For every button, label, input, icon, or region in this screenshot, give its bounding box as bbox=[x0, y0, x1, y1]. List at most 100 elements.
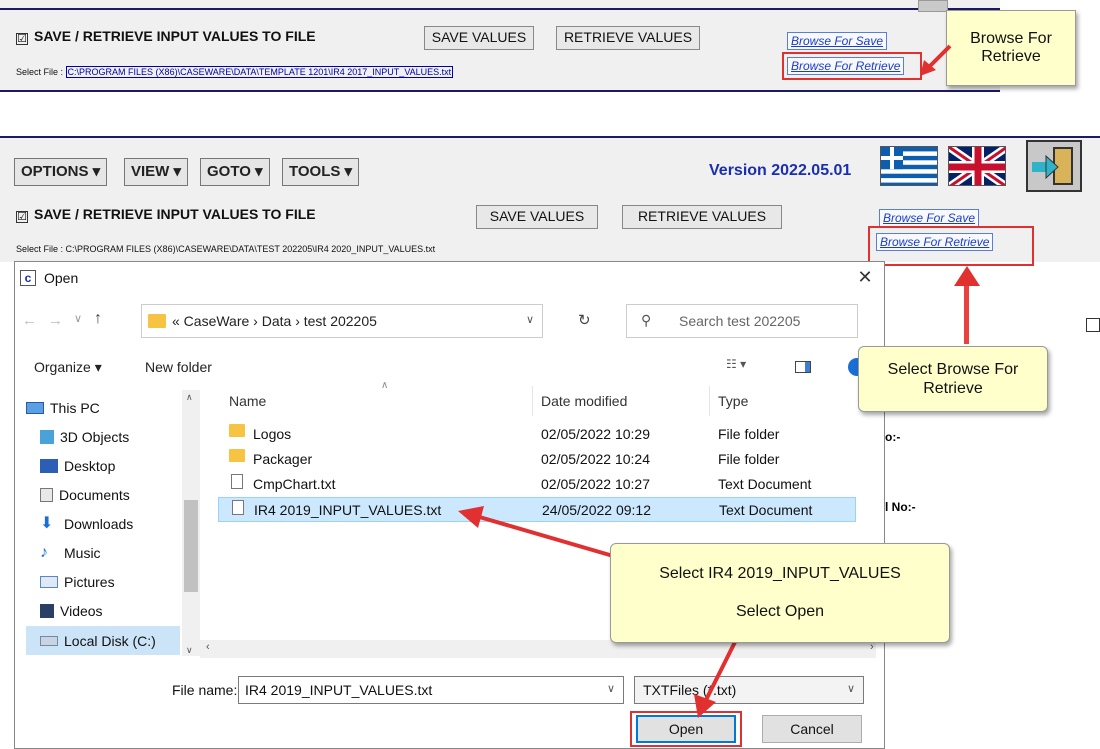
file-row-packager[interactable]: Packager 02/05/2022 10:24 File folder bbox=[218, 447, 856, 472]
h-scroll-left-icon[interactable]: ‹ bbox=[206, 641, 210, 653]
exit-button[interactable] bbox=[1026, 140, 1082, 192]
nav-scroll-down-icon[interactable]: ∨ bbox=[186, 645, 193, 656]
top-callout-arrow-icon bbox=[920, 44, 952, 76]
new-folder-button[interactable]: New folder bbox=[145, 359, 212, 375]
file-type: File folder bbox=[718, 426, 780, 442]
menu-view[interactable]: VIEW ▾ bbox=[124, 158, 189, 186]
search-box[interactable]: ⚲ Search test 202205 bbox=[626, 304, 858, 338]
file-date: 02/05/2022 10:27 bbox=[541, 476, 650, 492]
preview-pane-icon[interactable] bbox=[795, 361, 811, 373]
browse-retrieve-callout: Select Browse For Retrieve bbox=[858, 346, 1048, 412]
mid-retrieve-values-button[interactable]: RETRIEVE VALUES bbox=[622, 205, 782, 229]
background-checkbox[interactable] bbox=[1086, 318, 1100, 332]
nav-label: Videos bbox=[60, 602, 103, 619]
file-date: 02/05/2022 10:29 bbox=[541, 426, 650, 442]
file-name: Packager bbox=[253, 451, 313, 467]
mid-browse-retrieve-link[interactable]: Browse For Retrieve bbox=[876, 233, 994, 251]
column-divider bbox=[709, 386, 710, 416]
file-type: Text Document bbox=[719, 502, 813, 518]
nav-label: Downloads bbox=[64, 515, 134, 532]
menu-goto[interactable]: GOTO ▾ bbox=[200, 158, 270, 186]
file-callout-arrow-icon bbox=[458, 506, 621, 560]
top-browse-retrieve-link[interactable]: Browse For Retrieve bbox=[787, 57, 905, 75]
nav-label: Desktop bbox=[64, 457, 116, 474]
column-type[interactable]: Type bbox=[718, 393, 748, 409]
music-icon: ♪ bbox=[40, 543, 48, 561]
mid-checkbox[interactable]: ☑ bbox=[16, 211, 28, 223]
top-header-text: SAVE / RETRIEVE INPUT VALUES TO FILE bbox=[34, 28, 316, 44]
file-row-cmpchart[interactable]: CmpChart.txt 02/05/2022 10:27 Text Docum… bbox=[218, 472, 856, 497]
column-date[interactable]: Date modified bbox=[541, 393, 627, 409]
pc-icon bbox=[26, 401, 44, 414]
top-select-file-path[interactable]: C:\PROGRAM FILES (X86)\CASEWARE\DATA\TEM… bbox=[65, 66, 454, 78]
top-save-header: ☑ SAVE / RETRIEVE INPUT VALUES TO FILE bbox=[16, 28, 316, 45]
nav-item-3d-objects[interactable]: 3D Objects bbox=[40, 422, 180, 451]
top-retrieve-values-button[interactable]: RETRIEVE VALUES bbox=[556, 26, 700, 50]
file-name: CmpChart.txt bbox=[253, 476, 336, 492]
nav-item-music[interactable]: ♪ Music bbox=[40, 538, 180, 567]
nav-item-videos[interactable]: Videos bbox=[40, 596, 180, 625]
column-name[interactable]: Name bbox=[229, 393, 266, 409]
file-name-value: IR4 2019_INPUT_VALUES.txt bbox=[245, 682, 433, 698]
nav-item-desktop[interactable]: Desktop bbox=[40, 451, 180, 480]
mid-save-header: ☑ SAVE / RETRIEVE INPUT VALUES TO FILE bbox=[16, 206, 316, 223]
top-browse-save-link[interactable]: Browse For Save bbox=[787, 32, 888, 50]
breadcrumb[interactable]: « CaseWare › Data › test 202205 bbox=[172, 313, 377, 329]
app-icon: c bbox=[20, 270, 36, 286]
greek-flag-icon[interactable] bbox=[880, 146, 938, 186]
nav-item-documents[interactable]: Documents bbox=[40, 480, 180, 509]
mid-save-values-button[interactable]: SAVE VALUES bbox=[476, 205, 598, 229]
nav-item-this-pc[interactable]: This PC bbox=[26, 393, 180, 422]
top-callout: Browse For Retrieve bbox=[946, 10, 1076, 86]
top-select-file: Select File : C:\PROGRAM FILES (X86)\CAS… bbox=[16, 66, 454, 78]
address-bar[interactable]: « CaseWare › Data › test 202205 ∨ bbox=[141, 304, 543, 338]
pictures-icon bbox=[40, 575, 58, 588]
close-icon[interactable]: ✕ bbox=[852, 264, 878, 290]
top-checkbox[interactable]: ☑ bbox=[16, 33, 28, 45]
file-row-logos[interactable]: Logos 02/05/2022 10:29 File folder bbox=[218, 422, 856, 447]
file-date: 02/05/2022 10:24 bbox=[541, 451, 650, 467]
up-arrow-icon[interactable]: ↑ bbox=[94, 310, 102, 328]
sort-indicator-icon: ∧ bbox=[381, 380, 389, 391]
refresh-icon[interactable]: ↻ bbox=[578, 311, 591, 329]
top-callout-text: Browse For Retrieve bbox=[970, 30, 1052, 65]
mid-browse-save-link[interactable]: Browse For Save bbox=[879, 209, 980, 227]
uk-flag-icon[interactable] bbox=[948, 146, 1006, 186]
organize-menu[interactable]: Organize ▾ bbox=[34, 359, 102, 376]
mid-select-file-label: Select File : bbox=[16, 244, 64, 254]
address-folder-icon bbox=[148, 314, 166, 328]
nav-scroll-up-icon[interactable]: ∧ bbox=[186, 392, 193, 403]
cancel-button[interactable]: Cancel bbox=[762, 715, 862, 743]
file-type: Text Document bbox=[718, 476, 812, 492]
file-name-label: File name: bbox=[172, 682, 238, 698]
file-name-dropdown-icon[interactable]: ∨ bbox=[607, 682, 615, 695]
exit-door-icon bbox=[1032, 147, 1073, 185]
nav-item-downloads[interactable]: ⬇ Downloads bbox=[40, 509, 180, 538]
file-name-input[interactable]: IR4 2019_INPUT_VALUES.txt ∨ bbox=[238, 676, 624, 704]
videos-icon bbox=[40, 603, 54, 618]
address-dropdown-icon[interactable]: ∨ bbox=[526, 313, 534, 326]
background-label-1: o:- bbox=[885, 430, 901, 444]
file-type-dropdown-icon[interactable]: ∨ bbox=[847, 682, 855, 695]
search-placeholder: Search test 202205 bbox=[679, 313, 801, 329]
mid-select-file-path[interactable]: C:\PROGRAM FILES (X86)\CASEWARE\DATA\TES… bbox=[66, 244, 436, 254]
nav-label: Music bbox=[64, 544, 101, 561]
text-file-icon bbox=[231, 474, 243, 489]
nav-label: Pictures bbox=[64, 573, 115, 590]
view-options-icon[interactable]: ☷ ▾ bbox=[726, 357, 746, 371]
search-icon: ⚲ bbox=[641, 312, 652, 328]
nav-item-local-disk[interactable]: Local Disk (C:) bbox=[26, 626, 180, 655]
back-arrow-icon[interactable]: ← bbox=[22, 312, 37, 329]
mid-callout-arrow-line bbox=[964, 282, 969, 344]
menu-options[interactable]: OPTIONS ▾ bbox=[14, 158, 108, 186]
nav-item-pictures[interactable]: Pictures bbox=[40, 567, 180, 596]
recent-chevron-icon[interactable]: ∨ bbox=[74, 312, 82, 325]
menu-tools[interactable]: TOOLS ▾ bbox=[282, 158, 360, 186]
disk-icon bbox=[40, 635, 58, 646]
nav-scrollbar-thumb[interactable] bbox=[184, 500, 198, 592]
folder-icon bbox=[229, 424, 245, 437]
file-callout-line2: Select Open bbox=[735, 603, 825, 620]
browse-retrieve-callout-text: Select Browse For Retrieve bbox=[887, 361, 1019, 397]
forward-arrow-icon[interactable]: → bbox=[48, 312, 63, 329]
top-save-values-button[interactable]: SAVE VALUES bbox=[424, 26, 534, 50]
